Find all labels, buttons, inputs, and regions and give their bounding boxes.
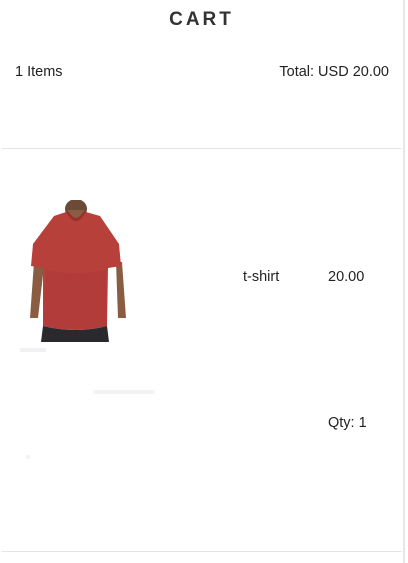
cart-title: CART — [169, 9, 234, 30]
items-count: 1 Items — [15, 64, 63, 80]
cart-total: Total: USD 20.00 — [279, 64, 389, 80]
item-quantity[interactable]: Qty: 1 — [328, 415, 367, 431]
panel-edge — [403, 0, 405, 563]
cart-panel: CART 1 Items Total: USD 20.00 t-shirt 20… — [0, 0, 403, 563]
product-image[interactable] — [16, 199, 156, 490]
item-price: 20.00 — [328, 269, 365, 285]
divider-top — [2, 148, 402, 149]
item-name[interactable]: t-shirt — [243, 269, 279, 285]
tshirt-icon — [20, 199, 154, 459]
divider-bottom — [2, 551, 402, 552]
